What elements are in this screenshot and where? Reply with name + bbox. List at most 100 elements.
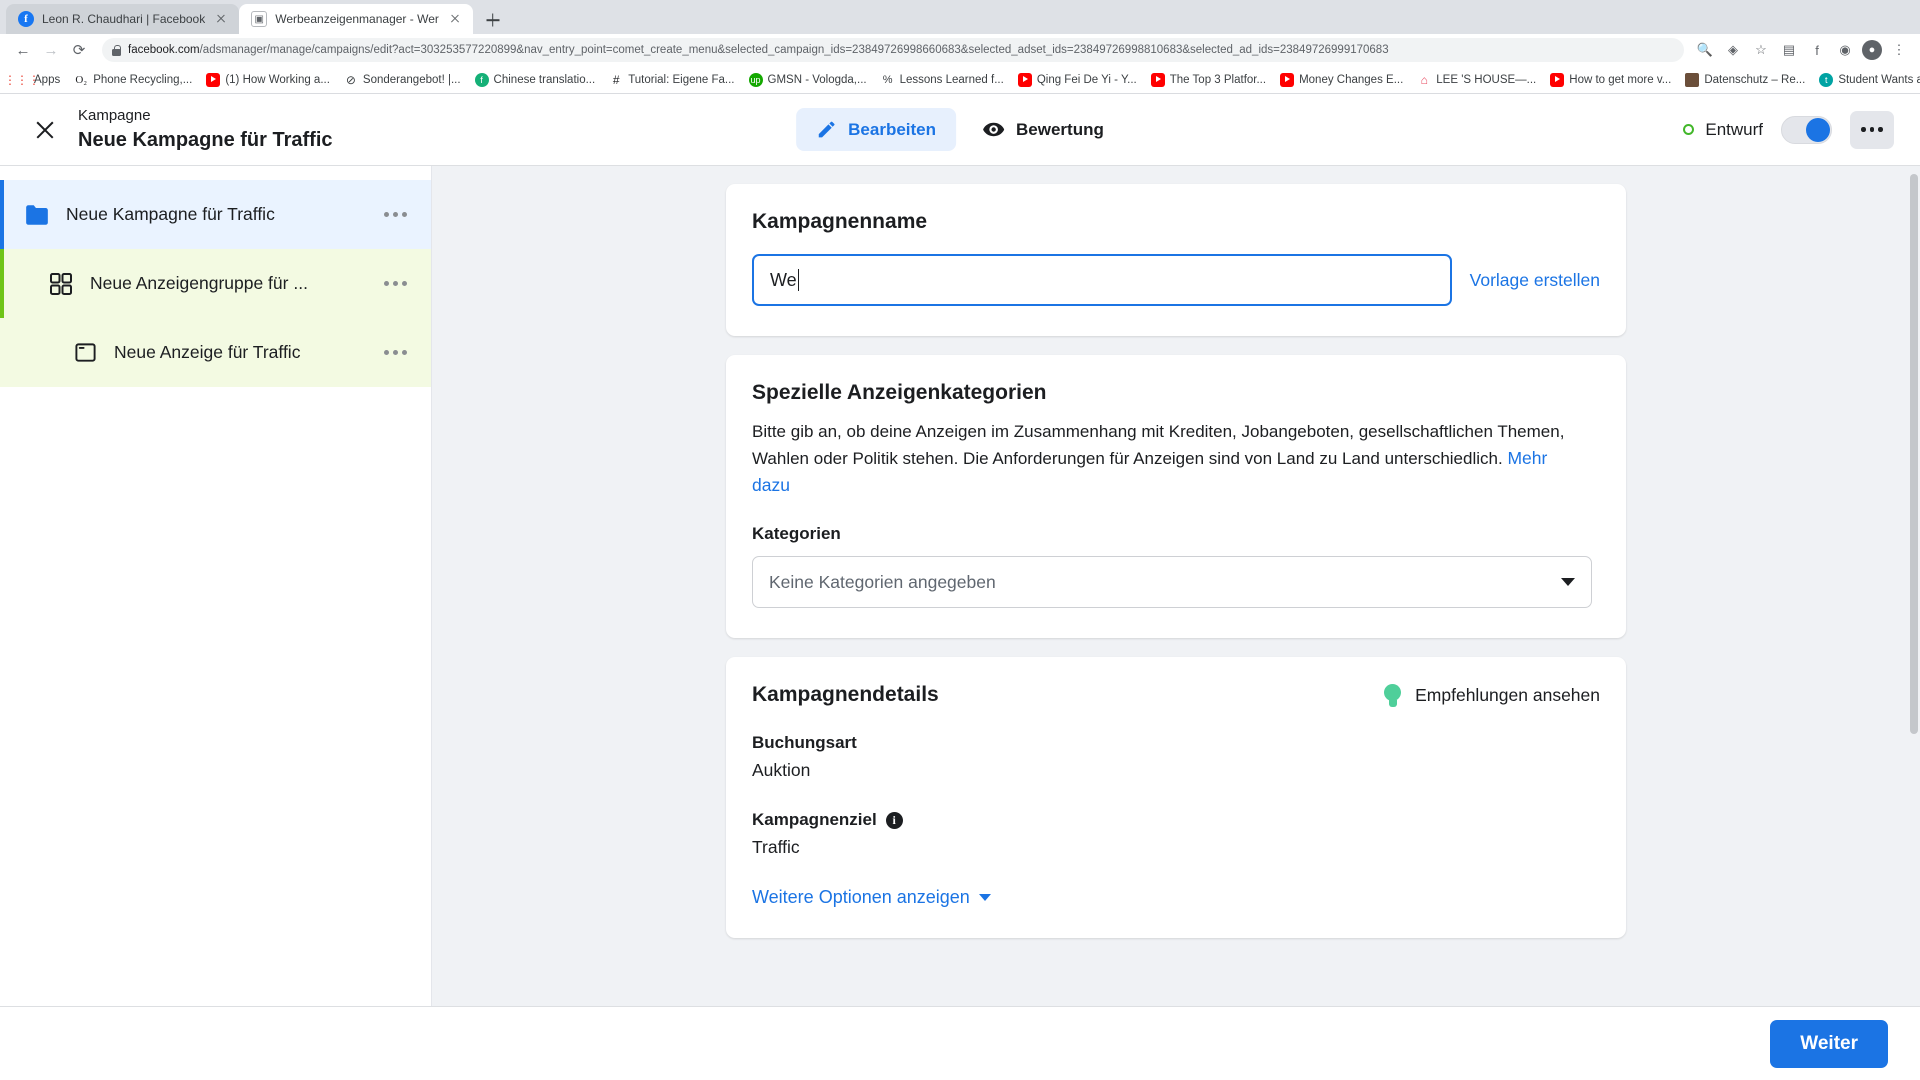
bookmark-item[interactable]: The Top 3 Platfor... (1144, 69, 1273, 91)
bookmark-label: Datenschutz – Re... (1704, 73, 1806, 86)
forward-arrow-icon[interactable]: → (38, 37, 64, 63)
close-icon[interactable] (213, 11, 229, 27)
ads-manager-page: Kampagne Neue Kampagne für Traffic Bearb… (0, 94, 1920, 1080)
facebook-extension-icon[interactable]: f (1806, 39, 1828, 61)
teal-circle-icon: t (1819, 72, 1834, 87)
address-bar[interactable]: facebook.com/adsmanager/manage/campaigns… (102, 38, 1684, 62)
reload-icon[interactable]: ⟳ (66, 37, 92, 63)
bookmark-label: The Top 3 Platfor... (1169, 73, 1267, 86)
media-icon[interactable]: ▤ (1778, 39, 1800, 61)
youtube-icon (1550, 72, 1565, 87)
text-caret (797, 269, 800, 291)
kebab-menu-icon[interactable] (1850, 110, 1894, 149)
browser-tab-ads-manager[interactable]: ▣ Werbeanzeigenmanager - Wer (239, 4, 473, 34)
bookmark-item[interactable]: Qing Fei De Yi - Y... (1011, 69, 1144, 91)
campaign-sidebar: Neue Kampagne für Traffic Neue Anzeigeng… (0, 166, 432, 1006)
url-text: facebook.com/adsmanager/manage/campaigns… (128, 44, 1389, 56)
campaign-toggle[interactable] (1781, 115, 1832, 144)
objective-label: Kampagnenziel i (752, 810, 1600, 830)
tab-bearbeiten[interactable]: Bearbeiten (796, 108, 957, 151)
new-tab-button[interactable] (479, 6, 507, 34)
tab-bewertung[interactable]: Bewertung (962, 107, 1124, 152)
bookmark-item[interactable]: ⋮⋮⋮ Apps (4, 69, 67, 91)
window-icon (70, 341, 100, 364)
show-more-options-link[interactable]: Weitere Optionen anzeigen (752, 887, 1600, 908)
close-icon[interactable] (447, 11, 463, 27)
bookmark-label: Lessons Learned f... (899, 73, 1004, 86)
browser-tab-facebook[interactable]: f Leon R. Chaudhari | Facebook (6, 4, 240, 34)
bookmark-label: GMSN - Vologda,... (767, 73, 867, 86)
main-scrollbar[interactable] (1910, 174, 1918, 734)
selection-rail (0, 249, 4, 318)
sidebar-item-ad[interactable]: Neue Anzeige für Traffic (0, 318, 431, 387)
bookmark-item[interactable]: up GMSN - Vologda,... (742, 69, 874, 91)
info-icon[interactable]: i (885, 811, 903, 829)
categories-label: Kategorien (752, 524, 841, 544)
sidebar-item-adset[interactable]: Neue Anzeigengruppe für ... (0, 249, 431, 318)
tab-title: Werbeanzeigenmanager - Wer (275, 12, 439, 26)
bookmark-item[interactable]: ⌂ LEE 'S HOUSE—... (1410, 69, 1543, 91)
campaign-name-input[interactable]: We (752, 254, 1452, 306)
bookmark-item[interactable]: # Tutorial: Eigene Fa... (602, 69, 741, 91)
next-button[interactable]: Weiter (1770, 1019, 1888, 1068)
bookmark-label: Sonderangebot! |... (362, 73, 461, 86)
bookmark-star-icon[interactable]: ☆ (1750, 39, 1772, 61)
page-title: Neue Kampagne für Traffic (78, 128, 333, 151)
chevron-down-icon (978, 894, 991, 902)
ads-manager-icon: ▣ (251, 11, 268, 27)
card-title: Kampagnendetails (752, 683, 939, 707)
bookmark-item[interactable]: Datenschutz – Re... (1678, 69, 1812, 91)
bookmark-item[interactable]: O₂ Phone Recycling,... (67, 69, 199, 91)
bookmark-label: (1) How Working a... (225, 73, 330, 86)
bookmark-item[interactable]: (1) How Working a... (199, 69, 337, 91)
bookmark-label: Chinese translatio... (493, 73, 596, 86)
grammarly-icon[interactable]: ◉ (1834, 39, 1856, 61)
close-icon[interactable] (26, 111, 64, 149)
sidebar-item-campaign[interactable]: Neue Kampagne für Traffic (0, 180, 431, 249)
bookmark-item[interactable]: How to get more v... (1543, 69, 1678, 91)
extension-icon[interactable]: ◈ (1722, 39, 1744, 61)
campaign-details-card: Kampagnendetails Empfehlungen ansehen Bu… (726, 657, 1626, 939)
folder-icon (22, 204, 52, 226)
lock-icon (112, 44, 121, 56)
youtube-icon (1150, 72, 1165, 87)
lightbulb-icon (1383, 683, 1402, 707)
bookmark-item[interactable]: t Student Wants an... (1812, 69, 1920, 91)
sidebar-item-label: Neue Kampagne für Traffic (66, 204, 275, 224)
footer-bar: Weiter (0, 1006, 1920, 1080)
circle-slash-icon: ⊘ (345, 72, 356, 87)
header-actions: Entwurf (1683, 110, 1894, 149)
more-options-icon[interactable] (384, 212, 407, 217)
grid-icon (46, 272, 76, 296)
header-tabs: Bearbeiten Bewertung (796, 107, 1124, 152)
back-arrow-icon[interactable]: ← (10, 37, 36, 63)
booking-type-label: Buchungsart (752, 733, 857, 753)
eye-icon (982, 118, 1005, 141)
bookmark-label: Phone Recycling,... (93, 73, 193, 86)
browser-menu-icon[interactable]: ⋮ (1888, 39, 1910, 61)
bookmark-label: LEE 'S HOUSE—... (1436, 73, 1537, 86)
bookmark-item[interactable]: Money Changes E... (1273, 69, 1410, 91)
more-options-icon[interactable] (384, 281, 407, 286)
tab-label: Bewertung (1016, 119, 1104, 139)
bookmark-item[interactable]: ⊘ Sonderangebot! |... (337, 69, 468, 91)
youtube-icon (206, 72, 221, 87)
special-categories-description: Bitte gib an, ob deine Anzeigen im Zusam… (752, 419, 1582, 498)
pencil-icon (816, 119, 837, 140)
categories-select[interactable]: Keine Kategorien angegeben (752, 556, 1592, 609)
view-recommendations-link[interactable]: Empfehlungen ansehen (1383, 683, 1600, 707)
create-template-link[interactable]: Vorlage erstellen (1470, 270, 1600, 291)
recommendations-label: Empfehlungen ansehen (1415, 684, 1600, 705)
objective-value: Traffic (752, 837, 800, 858)
campaign-details-header: Kampagnendetails Empfehlungen ansehen (752, 683, 1600, 707)
sidebar-item-label: Neue Anzeigengruppe für ... (90, 273, 308, 293)
zoom-search-icon[interactable]: 🔍 (1694, 39, 1716, 61)
page-body: Neue Kampagne für Traffic Neue Anzeigeng… (0, 166, 1920, 1006)
profile-avatar[interactable]: ● (1862, 40, 1882, 60)
fanyi-icon: f (474, 72, 489, 87)
youtube-icon (1280, 72, 1295, 87)
o2-icon: O₂ (75, 73, 88, 86)
bookmark-item[interactable]: % Lessons Learned f... (874, 69, 1011, 91)
more-options-icon[interactable] (384, 350, 407, 355)
bookmark-item[interactable]: f Chinese translatio... (468, 69, 603, 91)
